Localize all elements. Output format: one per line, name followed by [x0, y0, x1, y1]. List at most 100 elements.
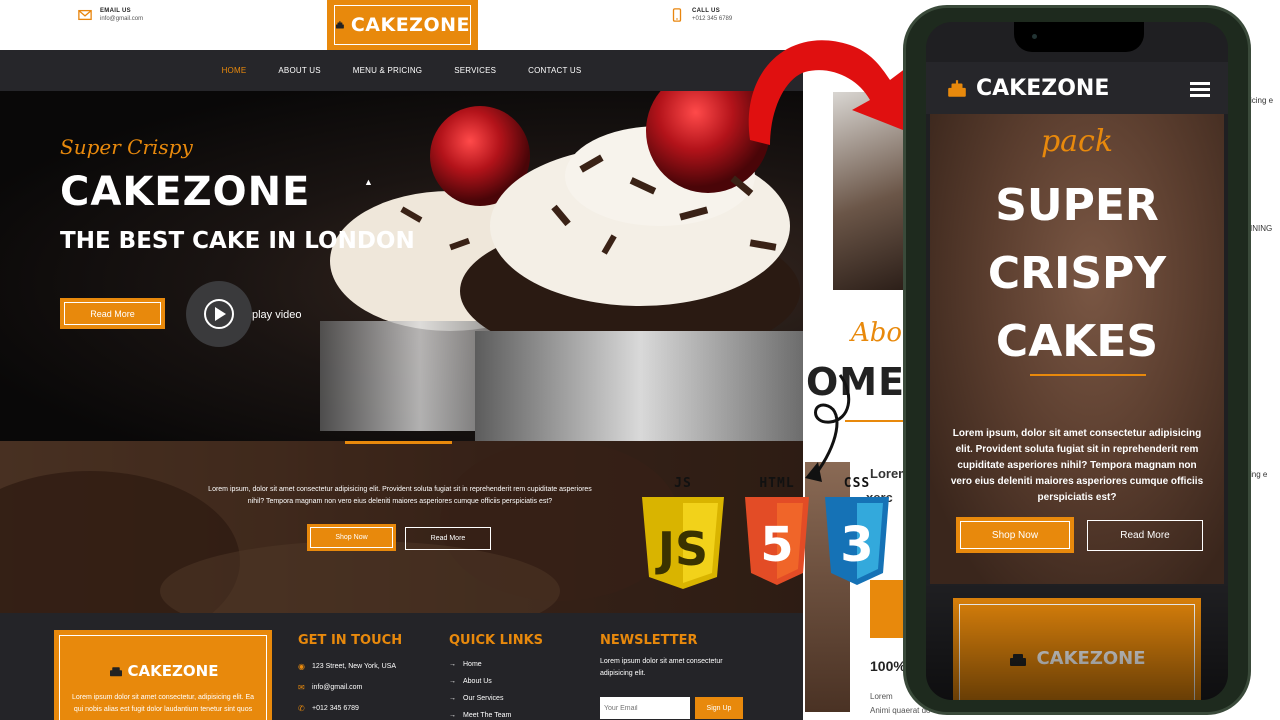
- email-value[interactable]: info@gmail.com: [100, 16, 143, 22]
- cake-icon: [335, 21, 344, 29]
- phone-footer-logo-text: CAKEZONE: [1036, 648, 1146, 669]
- hero-section: Super Crispy CAKEZONE THE BEST CAKE IN L…: [0, 91, 803, 441]
- cake-icon: [948, 79, 966, 97]
- phone-icon: ✆: [298, 704, 305, 713]
- banner-text: Lorem ipsum, dolor sit amet consectetur …: [208, 486, 592, 505]
- quick-links-column: QUICK LINKS → Home → About Us → Our Service…: [449, 633, 543, 720]
- top-bar: EMAIL US info@gmail.com CAKEZONE CALL US…: [0, 0, 803, 50]
- quick-link-label: Meet The Team: [463, 712, 512, 719]
- phone-shop-now-button[interactable]: Shop Now: [956, 517, 1074, 553]
- phone-mockup: CAKEZONE pack SUPER CRISPY CAKES Lorem i…: [903, 5, 1251, 715]
- get-in-touch-column: GET IN TOUCH ◉ 123 Street, New York, USA …: [298, 633, 402, 719]
- arrow-right-icon: →: [449, 678, 456, 685]
- get-in-touch-title: GET IN TOUCH: [298, 633, 403, 648]
- css3-badge-text: 3: [840, 517, 873, 573]
- nav-contact-us[interactable]: CONTACT US: [528, 66, 581, 75]
- phone-hero-underline: [1030, 374, 1146, 376]
- arrow-right-icon: →: [449, 712, 456, 719]
- background-right-text-2: INING: [1250, 224, 1273, 233]
- footer-phone-text[interactable]: +012 345 6789: [312, 705, 359, 712]
- quick-link-team[interactable]: → Meet The Team: [449, 707, 543, 720]
- logo-text: CAKEZONE: [350, 14, 470, 36]
- header-logo[interactable]: CAKEZONE: [327, 0, 478, 50]
- html5-shield-icon: 5: [745, 497, 809, 585]
- footer-logo-box: CAKEZONE Lorem ipsum dolor sit amet cons…: [54, 630, 272, 720]
- footer-email-text[interactable]: info@gmail.com: [312, 684, 362, 691]
- footer-logo-text: CAKEZONE: [54, 662, 272, 680]
- nav-services[interactable]: SERVICES: [454, 66, 496, 75]
- arrow-right-icon: →: [449, 695, 456, 702]
- phone-hero: pack SUPER CRISPY CAKES Lorem ipsum, dol…: [930, 114, 1224, 584]
- envelope-icon: [78, 9, 92, 21]
- composition-stage: Abou OME TO Lorem xerc 100% LoremAnimi q…: [0, 0, 1280, 720]
- phone-footer-logo: CAKEZONE: [953, 648, 1201, 669]
- phone-footer-logo-box: CAKEZONE: [953, 598, 1201, 700]
- background-right-text-1: icing e: [1250, 96, 1274, 105]
- quick-link-label: Our Services: [463, 695, 504, 702]
- quick-link-about[interactable]: → About Us: [449, 673, 543, 690]
- arrow-right-icon: →: [449, 661, 456, 668]
- newsletter-column: NEWSLETTER Lorem ipsum dolor sit amet co…: [600, 633, 740, 680]
- phone-screen: CAKEZONE pack SUPER CRISPY CAKES Lorem i…: [926, 22, 1228, 700]
- phone-hero-text: Lorem ipsum, dolor sit amet consectetur …: [950, 428, 1204, 503]
- call-value[interactable]: +012 345 6789: [692, 16, 732, 22]
- phone-notch: [1014, 22, 1144, 52]
- email-row: ✉ info@gmail.com: [298, 677, 402, 698]
- js-label: JS: [674, 476, 692, 491]
- curly-arrow-icon: [805, 374, 851, 482]
- js-badge-text: JS: [655, 522, 708, 576]
- phone-hero-line-2: CRISPY: [987, 248, 1167, 299]
- html5-logo: HTML 5: [742, 476, 812, 587]
- phone-logo-text: CAKEZONE: [976, 76, 1110, 101]
- phone-read-more-button[interactable]: Read More: [1087, 520, 1203, 551]
- desktop-screenshot: EMAIL US info@gmail.com CAKEZONE CALL US…: [0, 0, 803, 720]
- hamburger-menu-icon[interactable]: [1190, 82, 1210, 98]
- nav-about-us[interactable]: ABOUT US: [278, 66, 320, 75]
- newsletter-title: NEWSLETTER: [600, 633, 698, 648]
- phone-hero-subtitle: pack: [1040, 124, 1114, 159]
- phone-row: ✆ +012 345 6789: [298, 698, 402, 719]
- phone-logo[interactable]: CAKEZONE: [946, 76, 1109, 101]
- js-shield-icon: JS: [642, 497, 724, 589]
- footer: CAKEZONE Lorem ipsum dolor sit amet cons…: [0, 613, 803, 720]
- play-video-button[interactable]: [186, 281, 252, 347]
- nav-home[interactable]: HOME: [222, 66, 247, 75]
- banner-read-more-button[interactable]: Read More: [405, 527, 491, 550]
- phone-icon: [672, 8, 682, 22]
- phone-header: CAKEZONE: [926, 62, 1228, 114]
- hero-subtitle: Super Crispy: [60, 135, 193, 159]
- main-nav: HOME ABOUT US MENU & PRICING SERVICES CO…: [0, 50, 803, 91]
- map-pin-icon: ◉: [298, 662, 305, 671]
- background-right-text-3: ing e: [1250, 470, 1268, 479]
- css3-shield-icon: 3: [825, 497, 889, 585]
- hero-read-more-button[interactable]: Read More: [60, 298, 165, 329]
- nav-menu-pricing[interactable]: MENU & PRICING: [353, 66, 422, 75]
- cake-icon: [109, 667, 122, 677]
- play-video-label[interactable]: play video: [252, 309, 302, 321]
- quick-link-label: Home: [463, 661, 482, 668]
- quick-links-title: QUICK LINKS: [449, 633, 544, 648]
- footer-logo-description: Lorem ipsum dolor sit amet consectetur, …: [71, 694, 255, 713]
- banner-shop-now-button[interactable]: Shop Now: [307, 524, 396, 551]
- camera-icon: [1032, 34, 1037, 39]
- cake-icon: [1010, 653, 1027, 666]
- sign-up-button[interactable]: Sign Up: [695, 697, 743, 719]
- quick-link-label: About Us: [463, 678, 492, 685]
- email-label: EMAIL US: [100, 8, 131, 14]
- quick-link-services[interactable]: → Our Services: [449, 690, 543, 707]
- address-text: 123 Street, New York, USA: [312, 663, 397, 670]
- banner-accent-bar: [345, 441, 452, 444]
- red-arrow-icon: [748, 40, 908, 145]
- play-icon: [215, 307, 226, 321]
- phone-hero-line-1: SUPER: [995, 180, 1159, 231]
- hero-tagline: THE BEST CAKE IN LONDON: [60, 228, 415, 254]
- phone-hero-line-3: CAKES: [995, 316, 1159, 367]
- background-percentage: 100%: [870, 658, 906, 674]
- mouse-cursor-icon: ▲: [364, 177, 373, 187]
- phone-hero-title: SUPER CRISPY CAKES: [930, 172, 1224, 376]
- newsletter-email-input[interactable]: [600, 697, 690, 719]
- css3-logo: CSS 3: [822, 476, 892, 587]
- phone-contact: CALL US +012 345 6789: [670, 8, 732, 22]
- quick-link-home[interactable]: → Home: [449, 656, 543, 673]
- hero-title: CAKEZONE: [60, 169, 311, 215]
